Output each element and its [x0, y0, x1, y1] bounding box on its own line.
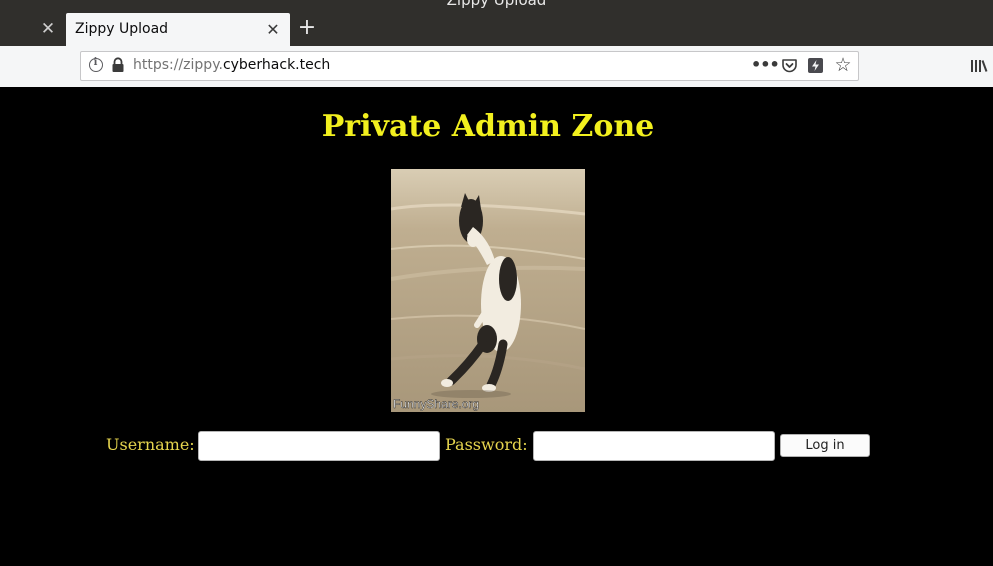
info-icon[interactable] — [89, 57, 103, 72]
username-label: Username: — [106, 435, 195, 454]
page-content: Private Admin Zone FunnyShare.org Userna… — [0, 87, 993, 566]
url-text[interactable]: https://zippy.cyberhack.tech — [133, 57, 330, 74]
password-label: Password: — [445, 435, 528, 454]
close-icon[interactable]: ✕ — [38, 19, 58, 39]
navigation-toolbar: https://zippy.cyberhack.tech ••• ☆ — [0, 46, 993, 88]
page-title: Private Admin Zone — [321, 109, 655, 144]
image-watermark: FunnyShare.org — [393, 397, 479, 411]
close-icon[interactable]: ✕ — [263, 20, 283, 40]
tab-strip: Zippy Upload ✕ Zippy Upload ✕ + — [0, 0, 993, 46]
login-button[interactable]: Log in — [780, 434, 870, 457]
password-input[interactable] — [533, 431, 775, 461]
star-icon[interactable]: ☆ — [833, 55, 853, 75]
username-input[interactable] — [198, 431, 440, 461]
plus-icon[interactable]: + — [296, 17, 318, 39]
pocket-icon[interactable] — [781, 57, 798, 74]
library-icon[interactable] — [970, 58, 988, 74]
tab-title: Zippy Upload — [75, 21, 169, 37]
window-title: Zippy Upload — [446, 0, 547, 9]
url-prefix: https://zippy. — [133, 57, 223, 73]
url-bar[interactable]: https://zippy.cyberhack.tech ••• ☆ — [80, 51, 859, 81]
url-domain: cyberhack.tech — [222, 57, 331, 73]
meatball-menu-icon[interactable]: ••• — [751, 56, 780, 76]
reader-view-icon[interactable] — [807, 57, 824, 74]
cat-image: FunnyShare.org — [391, 169, 585, 412]
tab-zippy-upload[interactable]: Zippy Upload ✕ — [66, 13, 290, 46]
lock-icon[interactable] — [111, 57, 125, 73]
